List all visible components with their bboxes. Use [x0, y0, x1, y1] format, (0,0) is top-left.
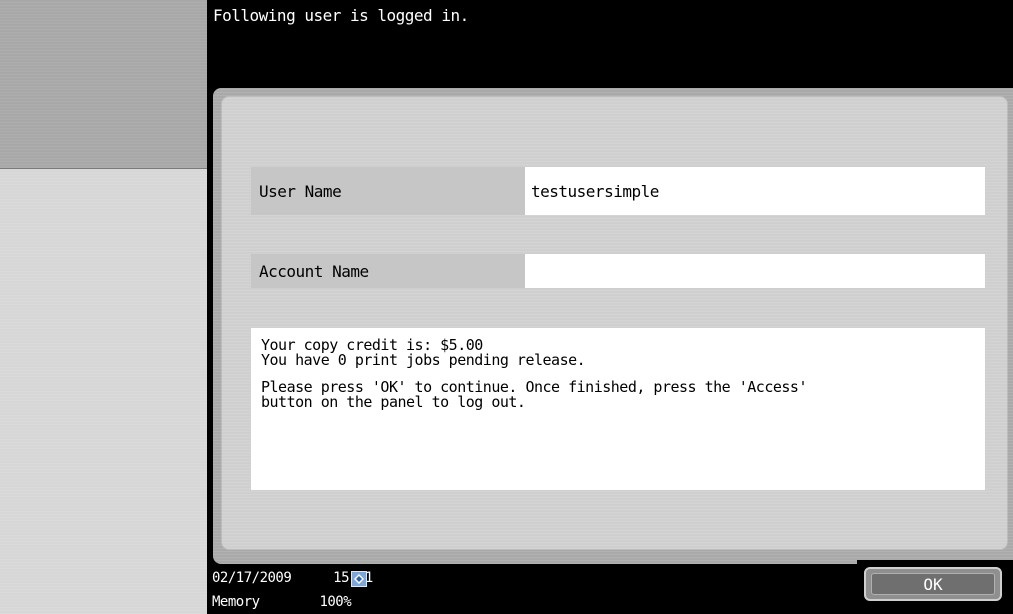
message-line-instruction-cont: button on the panel to log out.: [261, 393, 526, 411]
header-bar: Following user is logged in.: [207, 0, 1013, 82]
message-line-jobs: You have 0 print jobs pending release.: [261, 351, 586, 369]
ok-button[interactable]: OK: [864, 567, 1002, 601]
status-date: 02/17/2009: [212, 570, 292, 586]
status-date-row: 02/17/2009 15:41: [212, 570, 373, 586]
ok-button-label: OK: [923, 574, 943, 594]
header-title: Following user is logged in.: [213, 6, 469, 25]
memory-label: Memory: [212, 594, 260, 610]
account-name-value: [525, 254, 985, 288]
status-memory-row: Memory 100%: [212, 594, 352, 610]
memory-value: 100%: [319, 594, 352, 610]
message-box: Your copy credit is: $5.00 You have 0 pr…: [251, 328, 985, 490]
ok-button-face[interactable]: OK: [871, 573, 995, 595]
account-name-label: Account Name: [251, 254, 525, 288]
user-name-value: testusersimple: [525, 167, 985, 215]
left-panel-upper: [0, 0, 207, 169]
user-name-label: User Name: [251, 167, 525, 215]
left-panel-lower: [0, 169, 207, 614]
network-icon: [351, 571, 367, 587]
